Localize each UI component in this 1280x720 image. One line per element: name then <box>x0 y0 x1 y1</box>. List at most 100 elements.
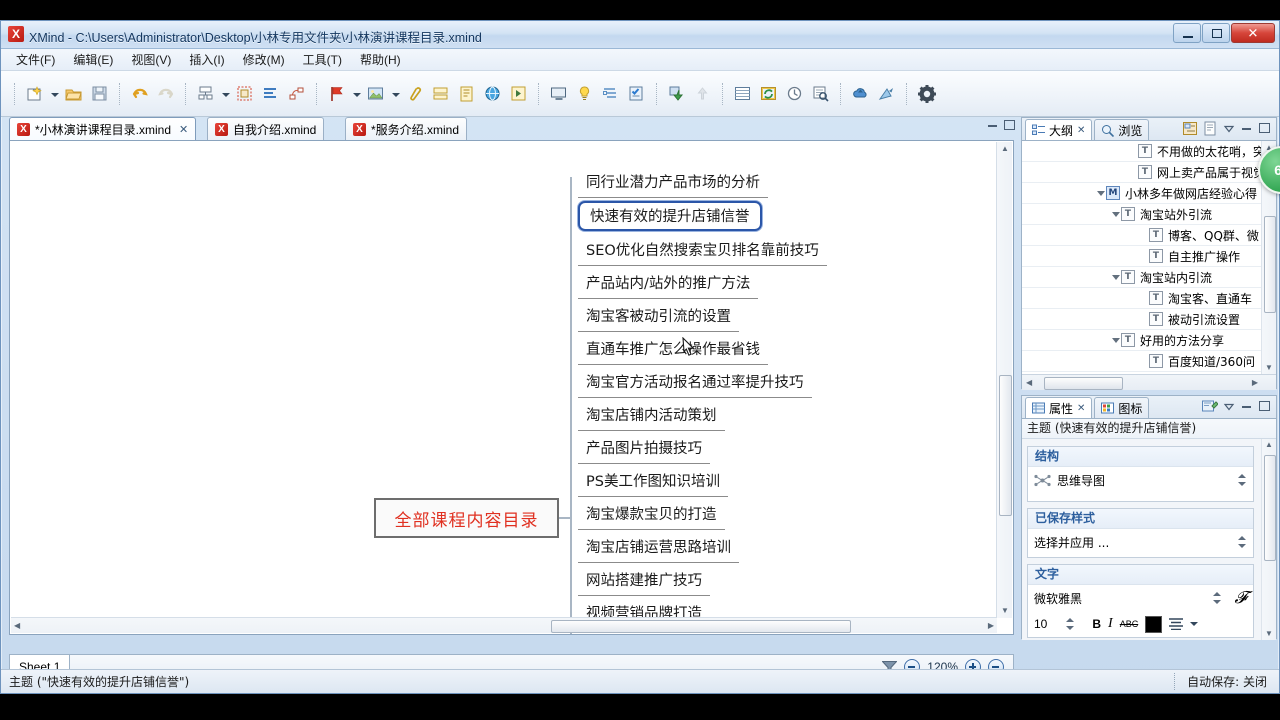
doc-tab-1[interactable]: X 自我介绍.xmind <box>207 117 324 141</box>
history-icon[interactable] <box>783 82 807 106</box>
outline-view-icon[interactable] <box>599 82 623 106</box>
presentation-next-icon[interactable] <box>507 82 531 106</box>
minimize-button[interactable] <box>1173 23 1201 43</box>
topic-node[interactable]: 淘宝店铺运营思路培训 <box>578 533 739 563</box>
doc-tab-0[interactable]: X *小林演讲课程目录.xmind ✕ <box>9 117 196 141</box>
tree-row[interactable]: T不用做的太花哨，突 <box>1022 141 1276 162</box>
expander-icon[interactable] <box>1138 225 1149 245</box>
topic-node[interactable]: 淘宝店铺内活动策划 <box>578 401 725 431</box>
new-style-icon[interactable] <box>1202 399 1218 414</box>
insert-comment-icon[interactable] <box>455 82 479 106</box>
saved-style-spinner-icon[interactable] <box>1238 535 1247 549</box>
saved-style-combo[interactable]: 选择并应用 ... <box>1028 529 1253 555</box>
tree-row[interactable]: T好用的方法分享 <box>1022 330 1276 351</box>
presentation-mode-icon[interactable] <box>547 82 571 106</box>
maximize-panel-icon[interactable] <box>1259 122 1272 135</box>
expander-icon[interactable] <box>1127 141 1138 161</box>
scroll-down-icon[interactable]: ▼ <box>1001 607 1009 615</box>
expander-icon[interactable] <box>1138 246 1149 266</box>
close-button[interactable]: ✕ <box>1231 23 1275 43</box>
central-topic[interactable]: 全部课程内容目录 <box>374 498 559 538</box>
new-file-icon[interactable] <box>23 82 47 106</box>
open-file-icon[interactable] <box>62 82 86 106</box>
minimize-panel-icon[interactable] <box>1241 122 1254 135</box>
tree-row[interactable]: M小林多年做网店经验心得 <box>1022 183 1276 204</box>
expander-icon[interactable] <box>1138 288 1149 308</box>
save-icon[interactable] <box>88 82 112 106</box>
scroll-down-icon[interactable]: ▼ <box>1265 364 1273 372</box>
scroll-right-icon[interactable]: ▶ <box>1252 379 1258 387</box>
scroll-up-icon[interactable]: ▲ <box>1001 145 1009 153</box>
topic-node-selected[interactable]: 快速有效的提升店铺信誉 <box>578 201 762 231</box>
close-icon[interactable]: ✕ <box>1077 125 1085 136</box>
font-script-icon[interactable]: 𝓕 <box>1234 588 1247 608</box>
close-icon[interactable]: ✕ <box>1077 403 1085 414</box>
font-size-value[interactable]: 10 <box>1034 617 1047 631</box>
tree-row[interactable]: T网上卖产品属于视觉 <box>1022 162 1276 183</box>
close-icon[interactable]: ✕ <box>176 123 188 136</box>
font-family-combo[interactable]: 微软雅黑 𝓕 <box>1028 585 1253 611</box>
marker-flag-icon[interactable] <box>325 82 349 106</box>
tree-row[interactable]: T淘宝客、直通车 <box>1022 288 1276 309</box>
maximize-panel-icon[interactable] <box>1259 400 1272 413</box>
menu-view[interactable]: 视图(V) <box>122 48 180 71</box>
new-file-dropdown-icon[interactable] <box>49 82 60 106</box>
outline-layout-icon[interactable] <box>1183 121 1198 136</box>
tab-browse[interactable]: 浏览 <box>1094 119 1149 140</box>
outline-tree[interactable]: T不用做的太花哨，突 T网上卖产品属于视觉 M小林多年做网店经验心得 T淘宝站外… <box>1022 141 1276 390</box>
maximize-button[interactable] <box>1202 23 1230 43</box>
doc-tab-2[interactable]: X *服务介绍.xmind <box>345 117 467 141</box>
insert-topic-icon[interactable] <box>194 82 218 106</box>
topic-node[interactable]: 同行业潜力产品市场的分析 <box>578 168 768 198</box>
search-icon[interactable] <box>809 82 833 106</box>
insert-summary-icon[interactable] <box>259 82 283 106</box>
outline-hscroll-thumb[interactable] <box>1044 377 1123 390</box>
topic-node[interactable]: 淘宝客被动引流的设置 <box>578 302 739 332</box>
canvas-vscroll-thumb[interactable] <box>999 375 1012 516</box>
expander-icon[interactable] <box>1110 267 1121 287</box>
tab-properties[interactable]: 属性 ✕ <box>1025 397 1092 418</box>
expander-icon[interactable] <box>1138 309 1149 329</box>
tree-row[interactable]: T淘宝站外引流 <box>1022 204 1276 225</box>
structure-spinner-icon[interactable] <box>1238 473 1247 487</box>
canvas-hscroll-thumb[interactable] <box>551 620 851 633</box>
align-dropdown-icon[interactable] <box>1190 622 1198 626</box>
italic-button[interactable]: I <box>1108 616 1113 632</box>
cloud-upload-icon[interactable] <box>849 82 873 106</box>
tab-icons[interactable]: 图标 <box>1094 397 1149 418</box>
tree-row[interactable]: T自主推广操作 <box>1022 246 1276 267</box>
menu-modify[interactable]: 修改(M) <box>234 48 294 71</box>
menu-help[interactable]: 帮助(H) <box>351 48 410 71</box>
tree-row[interactable]: T百度知道/360问 <box>1022 351 1276 372</box>
insert-relationship-icon[interactable] <box>285 82 309 106</box>
expander-icon[interactable] <box>1095 183 1106 203</box>
minimize-editor-icon[interactable] <box>987 119 1000 132</box>
structure-combo[interactable]: 思维导图 <box>1028 467 1253 493</box>
marker-dropdown-icon[interactable] <box>351 82 362 106</box>
attachment-icon[interactable] <box>403 82 427 106</box>
tree-row[interactable]: T淘宝站内引流 <box>1022 267 1276 288</box>
topic-node[interactable]: 产品图片拍摄技巧 <box>578 434 710 464</box>
scroll-left-icon[interactable]: ◀ <box>1026 379 1032 387</box>
outline-horizontal-scrollbar[interactable]: ◀ ▶ <box>1022 374 1276 390</box>
scroll-up-icon[interactable]: ▲ <box>1265 441 1273 449</box>
topic-node[interactable]: 直通车推广怎么操作最省钱 <box>578 335 768 365</box>
maximize-editor-icon[interactable] <box>1004 119 1017 132</box>
insert-note-icon[interactable] <box>429 82 453 106</box>
topic-node[interactable]: 产品站内/站外的推广方法 <box>578 269 758 299</box>
scroll-right-icon[interactable]: ▶ <box>988 622 994 630</box>
hyperlink-icon[interactable] <box>481 82 505 106</box>
menu-edit[interactable]: 编辑(E) <box>64 48 122 71</box>
insert-boundary-icon[interactable] <box>233 82 257 106</box>
properties-vscroll-thumb[interactable] <box>1264 455 1276 561</box>
insert-topic-dropdown-icon[interactable] <box>220 82 231 106</box>
bold-button[interactable]: B <box>1092 617 1101 631</box>
expander-icon[interactable] <box>1138 351 1149 371</box>
expander-icon[interactable] <box>1110 330 1121 350</box>
canvas-horizontal-scrollbar[interactable]: ◀ ▶ <box>11 617 997 633</box>
menu-insert[interactable]: 插入(I) <box>180 48 233 71</box>
panel-menu-chevron-icon[interactable] <box>1223 122 1236 135</box>
undo-icon[interactable] <box>128 82 152 106</box>
brainstorm-icon[interactable] <box>573 82 597 106</box>
font-size-spinner-icon[interactable] <box>1066 617 1075 631</box>
